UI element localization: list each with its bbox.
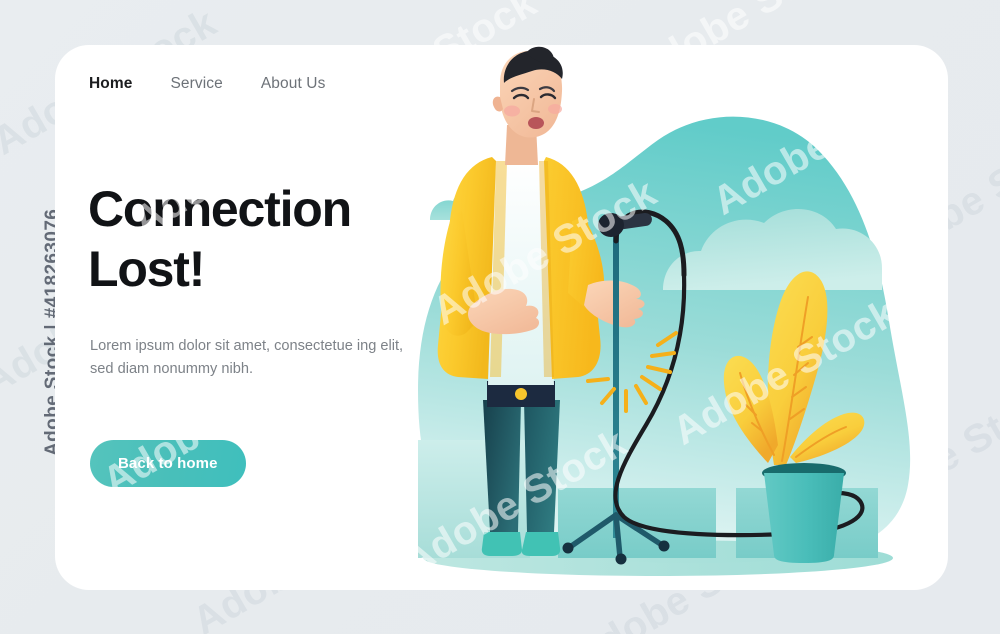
plant-pot xyxy=(764,473,844,563)
landing-page-card: Home Service About Us Connection Lost! L… xyxy=(55,45,948,590)
nav-item-home[interactable]: Home xyxy=(89,75,132,93)
cheek-right xyxy=(548,104,562,114)
mouth xyxy=(528,117,544,129)
connection-lost-illustration xyxy=(408,45,948,590)
belt-buckle xyxy=(515,388,527,400)
cheek-left xyxy=(504,105,520,117)
screenshot-canvas: Adobe Stock Adobe Stock Adobe Stock Adob… xyxy=(0,0,1000,634)
nav-item-service[interactable]: Service xyxy=(170,75,222,93)
back-to-home-button[interactable]: Back to home xyxy=(90,440,246,488)
right-leg xyxy=(524,400,560,532)
nav-item-about-us[interactable]: About Us xyxy=(261,75,326,93)
main-navigation: Home Service About Us xyxy=(89,75,325,93)
right-shoe xyxy=(521,532,561,556)
left-shoe xyxy=(481,532,522,556)
